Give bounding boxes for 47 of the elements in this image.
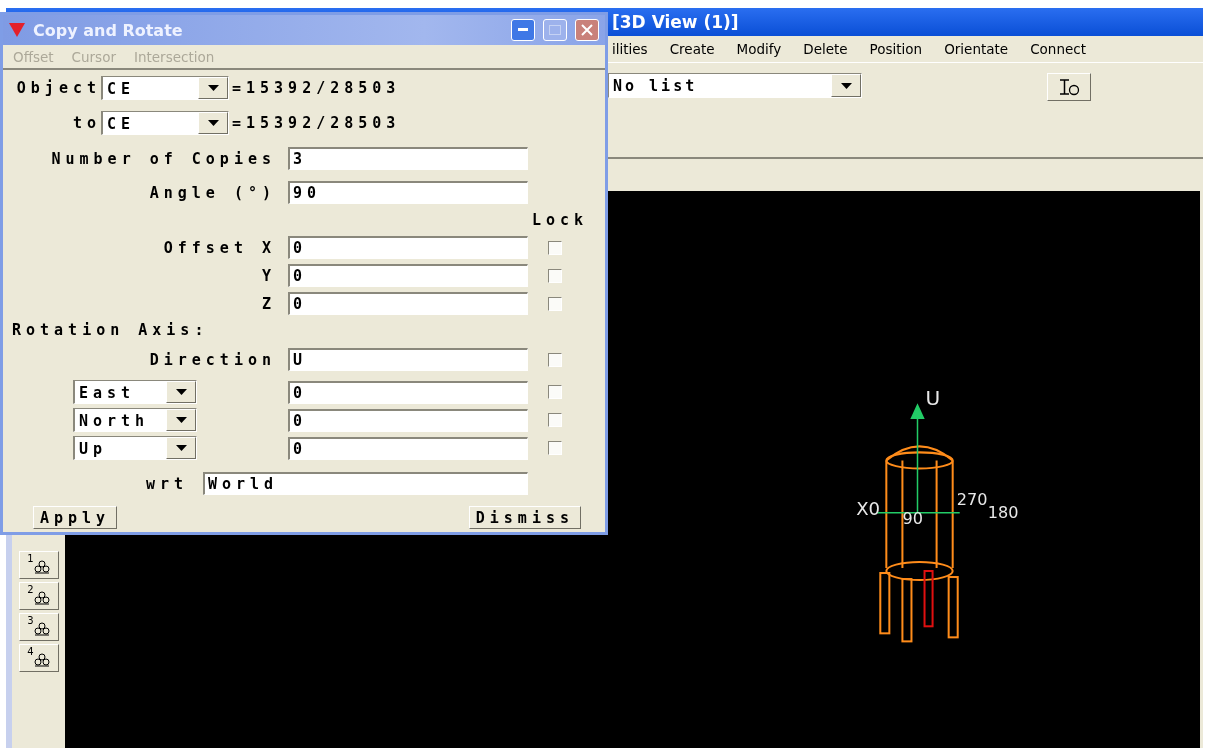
field-label: wrt [144,474,189,493]
reference-text: =15392/28503 [232,79,401,97]
reference-text: =15392/28503 [232,114,401,132]
view-button[interactable]: 1 [18,551,59,579]
view-button[interactable]: 4 [18,644,59,672]
view-button[interactable]: 2 [18,582,59,610]
list-dropdown[interactable]: No list [608,73,862,98]
input-field[interactable]: U [288,348,528,371]
menu-item[interactable]: Connect [1030,41,1086,57]
input-field[interactable]: 0 [288,408,528,432]
apply-button[interactable]: Apply [33,506,118,529]
field-label: Offset X [163,238,276,257]
input-field[interactable]: 0 [288,380,528,404]
input-field[interactable]: 0 [288,292,528,315]
field-label: to [71,114,101,132]
axis-label: X0 [856,497,881,519]
dialog-title: Copy and Rotate [33,20,184,40]
axis-label: U [925,386,941,411]
element-dropdown[interactable]: CE [101,76,229,100]
element-dropdown[interactable]: CE [101,111,229,135]
field-label: Y [261,266,276,285]
input-field[interactable]: World [203,472,528,495]
menu-item[interactable]: ilities [612,41,648,57]
input-field[interactable]: 3 [288,147,528,170]
axis-label: 90 [902,508,923,528]
menu-item[interactable]: Delete [803,41,848,57]
field-label: Number of Copies [51,149,276,168]
input-field[interactable]: 90 [288,181,528,204]
menu-item[interactable]: Position [869,41,923,57]
view-button[interactable]: 3 [18,613,59,641]
axis-label: 180 [987,502,1019,522]
menu-item[interactable]: Orientate [944,41,1009,57]
field-label: Object [15,79,101,97]
axis-label: 270 [956,489,988,509]
field-label: Direction [149,350,276,369]
column-header: Lock [531,211,590,229]
input-field[interactable]: 0 [288,236,528,259]
input-field[interactable]: 0 [288,436,528,460]
axis-dropdown[interactable]: East [73,380,197,404]
axis-dropdown[interactable]: Up [73,436,197,460]
window-title: [3D View (1)] [612,12,739,32]
axis-dropdown[interactable]: North [73,408,197,432]
field-label: Z [261,294,276,313]
menu-item[interactable]: Create [669,41,715,57]
menu-item[interactable]: Modify [736,41,782,57]
dismiss-button[interactable]: Dismiss [468,506,581,529]
input-field[interactable]: 0 [288,264,528,287]
